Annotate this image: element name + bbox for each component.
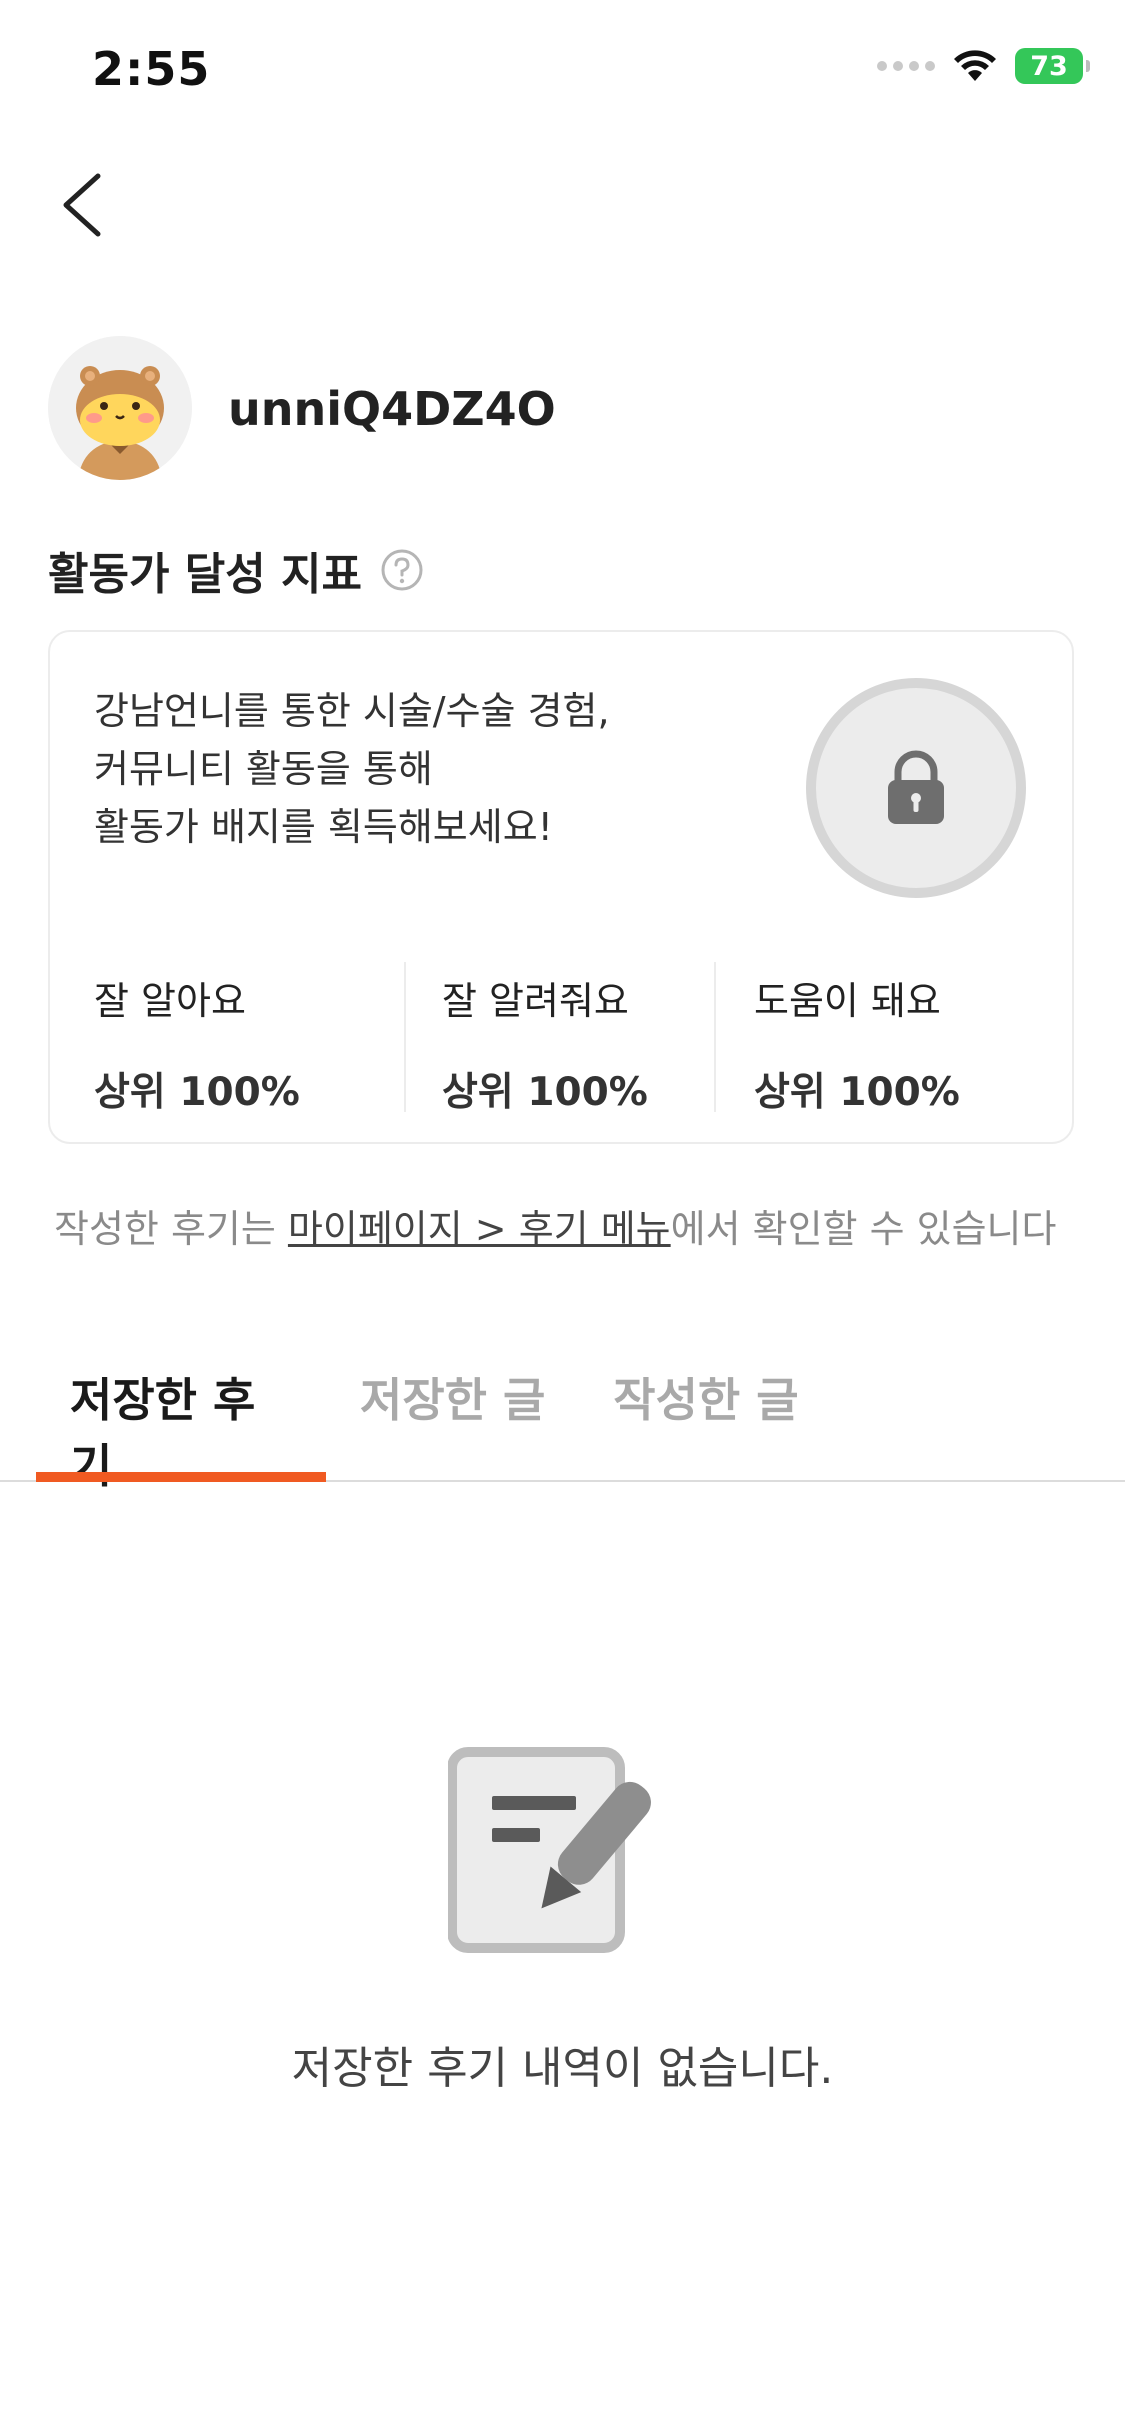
stat-label: 도움이 돼요 [754, 979, 941, 1023]
battery-level: 73 [1030, 50, 1068, 82]
review-location-notice: 작성한 후기는 마이페이지 > 후기 메뉴에서 확인할 수 있습니다 [54, 1198, 1056, 1253]
wifi-icon [954, 50, 996, 81]
lock-icon [888, 750, 944, 824]
card-description-line: 활동가 배지를 획득해보세요! [94, 805, 553, 849]
help-icon[interactable] [380, 548, 424, 592]
hamster-avatar-icon [48, 336, 192, 480]
mypage-review-menu-link[interactable]: 마이페이지 > 후기 메뉴 [288, 1207, 671, 1251]
section-title-text: 활동가 달성 지표 [48, 549, 362, 600]
status-time: 2:55 [92, 42, 211, 96]
avatar [48, 336, 192, 480]
activity-card: 강남언니를 통한 시술/수술 경험, 커뮤니티 활동을 통해 활동가 배지를 획… [48, 630, 1074, 1144]
stat-label: 잘 알려줘요 [442, 979, 629, 1023]
card-description-line: 강남언니를 통한 시술/수술 경험, [94, 689, 610, 733]
stat-label: 잘 알아요 [94, 979, 246, 1023]
stat-item: 잘 알려줘요 상위 100% [404, 962, 714, 1115]
stat-item: 잘 알아요 상위 100% [50, 962, 404, 1115]
back-button[interactable] [50, 160, 120, 250]
status-icons: 73 [877, 48, 1090, 84]
card-description-line: 커뮤니티 활동을 통해 [94, 747, 433, 791]
active-tab-indicator [36, 1472, 326, 1482]
stat-value: 상위 100% [442, 1070, 648, 1115]
tab-written-posts[interactable]: 작성한 글 [579, 1360, 832, 1480]
empty-note-icon [447, 1746, 678, 1956]
notice-prefix: 작성한 후기는 [54, 1207, 288, 1251]
stat-value: 상위 100% [94, 1070, 300, 1115]
tab-bar: 저장한 후기 저장한 글 작성한 글 [36, 1360, 833, 1493]
section-title: 활동가 달성 지표 [48, 538, 424, 602]
notice-suffix: 에서 확인할 수 있습니다 [670, 1207, 1057, 1251]
stats-row: 잘 알아요 상위 100% 잘 알려줘요 상위 100% 도움이 돼요 상위 1… [50, 962, 1072, 1115]
username: unniQ4DZ4O [228, 382, 556, 436]
tab-saved-reviews[interactable]: 저장한 후기 [36, 1360, 326, 1493]
battery-icon: 73 [1015, 48, 1090, 84]
empty-state-text: 저장한 후기 내역이 없습니다. [291, 2043, 834, 2094]
cellular-signal-icon [877, 61, 935, 71]
stat-value: 상위 100% [754, 1070, 960, 1115]
card-description: 강남언니를 통한 시술/수술 경험, 커뮤니티 활동을 통해 활동가 배지를 획… [94, 682, 734, 856]
stat-item: 도움이 돼요 상위 100% [714, 962, 1072, 1115]
tab-saved-posts[interactable]: 저장한 글 [326, 1360, 579, 1480]
locked-badge [806, 678, 1026, 898]
chevron-left-icon [63, 173, 101, 237]
